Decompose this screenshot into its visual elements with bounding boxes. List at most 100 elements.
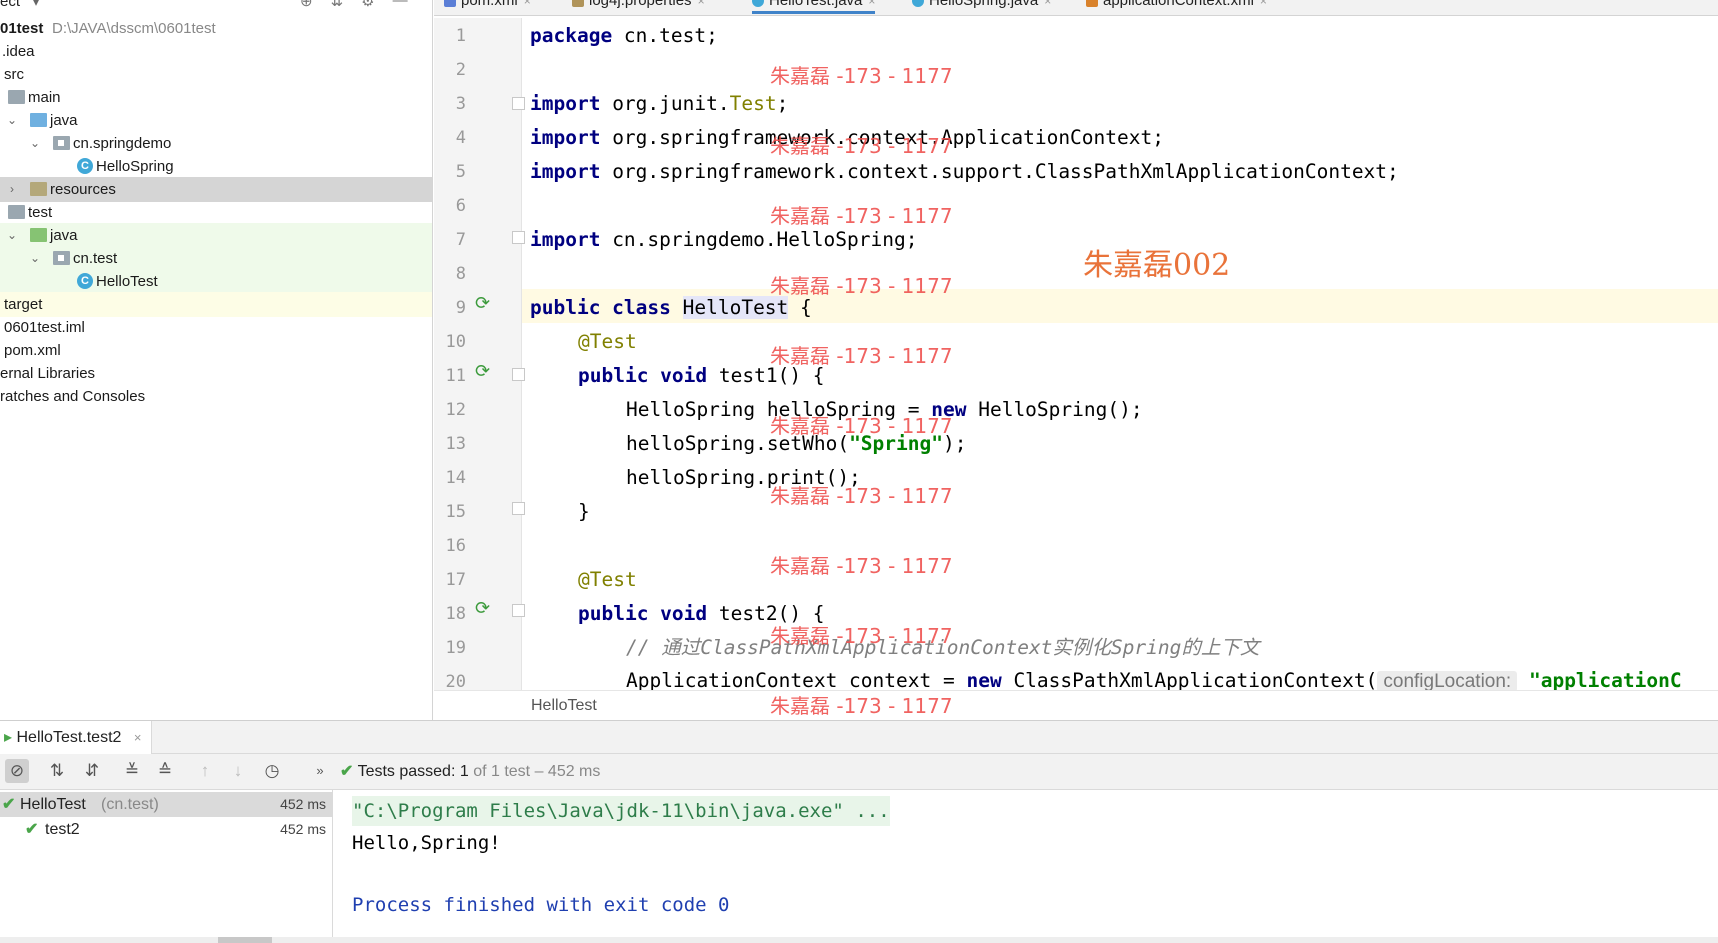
hide-icon[interactable]: — [393,0,408,10]
tree-item-label: src [4,66,24,83]
xml-file-icon [1086,0,1098,8]
next-failed-icon[interactable]: ↓ [226,759,250,783]
chevron-down-icon[interactable]: ⌄ [28,131,42,156]
line-number: 10 [445,332,466,352]
collapse-all-icon[interactable]: ⇊ [331,0,344,10]
tree-item-target[interactable]: target [0,292,432,317]
fold-icon[interactable] [512,368,525,381]
tab-log4j-properties[interactable]: log4j.properties × [572,0,705,14]
show-passed-icon[interactable]: ⊘ [5,759,29,783]
locate-icon[interactable]: ⊕ [300,0,313,10]
run-test-icon[interactable]: ⟳ [475,361,497,381]
watermark: 朱嘉磊 -173 - 1177 [770,274,953,298]
tab-hellotest-java[interactable]: HelloTest.java × [752,0,876,14]
close-icon[interactable]: × [134,730,142,745]
tree-item-pom[interactable]: pom.xml [0,338,432,363]
close-icon[interactable]: × [698,0,705,8]
tree-item-test-java[interactable]: ⌄ java [0,223,432,248]
class-icon [752,0,764,8]
line-number: 11 [445,366,466,386]
close-icon[interactable]: × [524,0,531,8]
scrollbar-thumb[interactable] [218,937,272,943]
code-line-15[interactable]: } [578,495,590,529]
module-path: D:\JAVA\dsscm\0601test [52,20,216,37]
tree-item-cn-springdemo[interactable]: ⌄ cn.springdemo [0,131,432,156]
tree-item-main[interactable]: main [0,85,432,110]
close-icon[interactable]: × [868,0,875,8]
collapse-all-icon[interactable]: ≙ [153,759,177,783]
tree-item-label: ernal Libraries [0,365,96,382]
line-number: 19 [445,638,466,658]
chevron-down-icon[interactable]: ▾ [32,0,40,10]
code-line-1[interactable]: package cn.test; [530,19,718,53]
tree-item-label: ratches and Consoles [0,388,146,405]
project-tool-window: ect ▾ ⊕ ⇊ ⚙ — 01test D:\JAVA\dsscm\0601t… [0,0,433,720]
previous-failed-icon[interactable]: ↑ [193,759,217,783]
code-line-10[interactable]: @Test [578,325,637,359]
test-node-hellotest[interactable]: ✔ HelloTest (cn.test) 452 ms [0,792,332,817]
folder-icon [8,205,25,219]
tab-pom-xml[interactable]: pom.xml × [444,0,531,14]
tree-item-iml[interactable]: 0601test.iml [0,315,432,340]
gutter-divider [521,18,522,690]
package-icon [53,251,70,265]
fold-icon[interactable] [512,97,525,110]
test-class-icon: C [77,273,93,289]
fold-icon[interactable] [512,502,525,515]
chevron-right-icon[interactable]: › [5,177,19,202]
run-test-icon[interactable]: ⟳ [475,598,497,618]
source-folder-icon [30,113,47,127]
resources-folder-icon [30,182,47,196]
console-output[interactable]: "C:\Program Files\Java\jdk-11\bin\java.e… [334,790,1718,940]
run-test-icon[interactable]: ⟳ [475,293,497,313]
sort-alpha-icon[interactable]: ⇅ [45,759,69,783]
console-command-line[interactable]: "C:\Program Files\Java\jdk-11\bin\java.e… [352,796,890,826]
editor-tab-bar: pom.xml × log4j.properties × HelloTest.jav… [434,0,1718,16]
tree-item-scratches[interactable]: ratches and Consoles [0,384,432,409]
code-line-17[interactable]: @Test [578,563,637,597]
tab-applicationcontext-xml[interactable]: applicationContext.xml × [1086,0,1267,14]
tree-item-src[interactable]: src [0,62,432,87]
fold-icon[interactable] [512,604,525,617]
sort-duration-icon[interactable]: ⇵ [80,759,104,783]
tree-item-main-java[interactable]: ⌄ java [0,108,432,133]
tree-item-label: test [28,204,53,221]
line-number: 15 [445,502,466,522]
close-icon[interactable]: × [1044,0,1051,8]
tree-item-hellospring[interactable]: C HelloSpring [0,154,432,179]
line-number: 7 [455,230,466,250]
expand-all-icon[interactable]: ≚ [120,759,144,783]
tree-item-label: HelloTest [96,273,158,290]
gear-icon[interactable]: ⚙ [361,0,374,10]
project-header: ect ▾ ⊕ ⇊ ⚙ — [0,0,432,12]
tab-hellospring-java[interactable]: HelloSpring.java × [912,0,1051,14]
run-tab[interactable]: ▸ HelloTest.test2 × [0,721,153,754]
tree-item-label: cn.springdemo [73,135,172,152]
horizontal-scrollbar[interactable] [0,937,1718,943]
tree-item-module-root[interactable]: 01test D:\JAVA\dsscm\0601test [0,16,432,41]
breadcrumb-item[interactable]: HelloTest [531,697,597,715]
close-icon[interactable]: × [1260,0,1267,8]
more-icon[interactable]: » [308,759,332,783]
tree-item-external-libraries[interactable]: ernal Libraries [0,361,432,386]
code-line-3[interactable]: import org.junit.Test; [530,87,788,121]
line-number: 12 [445,400,466,420]
tree-item-hellotest[interactable]: C HelloTest [0,269,432,294]
tree-item-idea[interactable]: .idea [0,39,432,64]
tree-item-label: java [50,227,78,244]
test-node-test2[interactable]: ✔ test2 452 ms [0,817,332,842]
console-exit-line: Process finished with exit code 0 [352,894,730,916]
chevron-down-icon[interactable]: ⌄ [5,223,19,248]
tree-item-test[interactable]: test [0,200,432,225]
chevron-down-icon[interactable]: ⌄ [5,108,19,133]
package-icon [53,136,70,150]
tree-item-cn-test[interactable]: ⌄ cn.test [0,246,432,271]
code-line-5[interactable]: import org.springframework.context.suppo… [530,155,1399,189]
project-view-selector[interactable]: ect [0,0,20,10]
history-icon[interactable]: ◷ [260,759,284,783]
tree-item-label: .idea [2,43,35,60]
chevron-down-icon[interactable]: ⌄ [28,246,42,271]
watermark: 朱嘉磊 -173 - 1177 [770,64,953,88]
tree-item-resources[interactable]: › resources [0,177,432,202]
fold-icon[interactable] [512,231,525,244]
